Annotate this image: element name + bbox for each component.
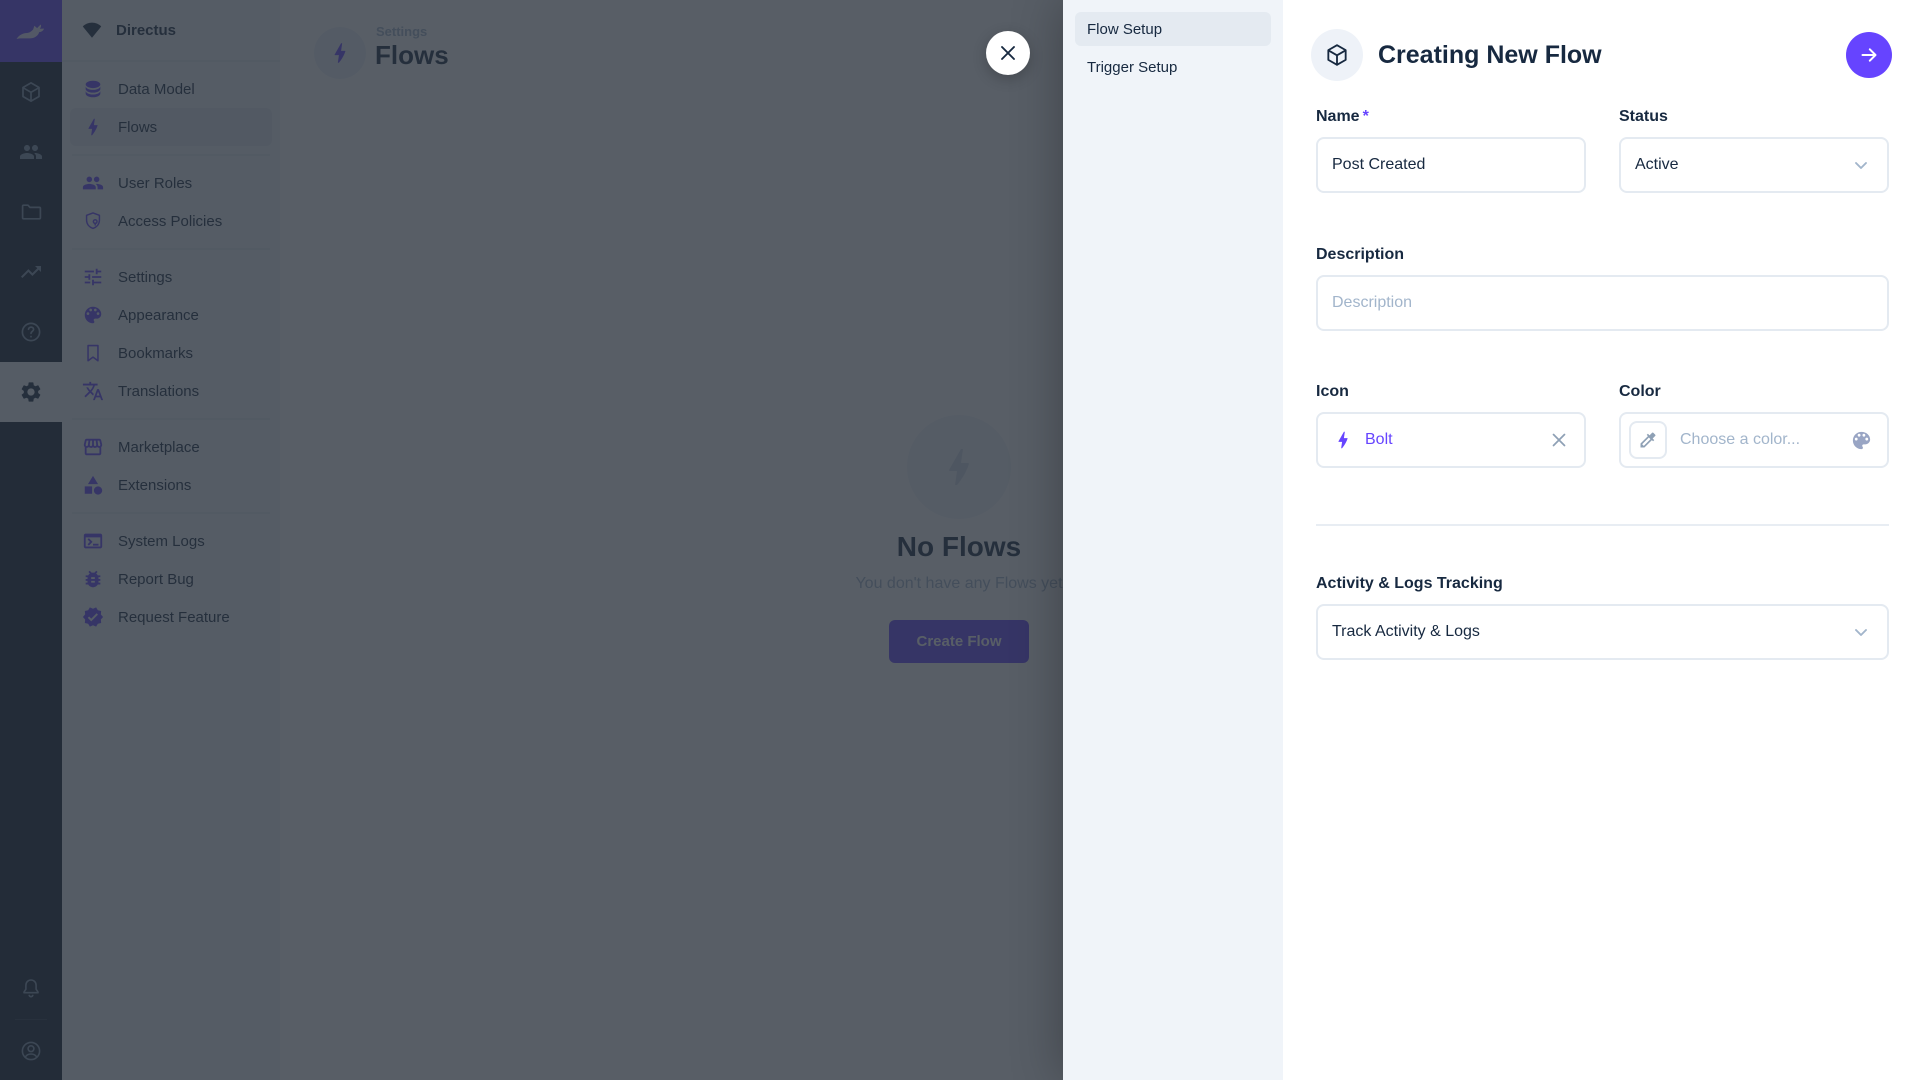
drawer-nav-label: Flow Setup [1087,21,1162,38]
eyedropper-button[interactable] [1629,421,1667,459]
status-select-value: Active [1635,156,1679,174]
name-field: Name* Post Created [1316,108,1586,193]
color-field: Color Choose a color... [1619,383,1889,468]
chevron-down-icon [1849,620,1873,644]
drawer-close-button[interactable] [986,31,1030,75]
close-icon [1548,429,1570,451]
description-label: Description [1316,246,1889,264]
palette-picker-button[interactable] [1850,429,1873,452]
drawer-overlay[interactable] [0,0,1063,1080]
description-input[interactable]: Description [1316,275,1889,331]
status-field: Status Active [1619,108,1889,193]
drawer-nav-flow-setup[interactable]: Flow Setup [1075,12,1271,46]
icon-select[interactable]: Bolt [1316,412,1586,468]
tracking-select[interactable]: Track Activity & Logs [1316,604,1889,660]
chevron-down-icon [1849,153,1873,177]
tracking-label: Activity & Logs Tracking [1316,575,1889,593]
drawer-nav-trigger-setup[interactable]: Trigger Setup [1075,50,1271,84]
create-flow-drawer: Flow Setup Trigger Setup Creating New Fl… [1063,0,1920,1080]
description-placeholder: Description [1332,294,1412,312]
icon-select-value: Bolt [1365,431,1393,449]
status-select[interactable]: Active [1619,137,1889,193]
tracking-select-value: Track Activity & Logs [1332,623,1480,641]
eyedropper-icon [1638,430,1658,450]
drawer-nav-label: Trigger Setup [1087,59,1177,76]
name-input-value: Post Created [1332,156,1425,174]
palette-icon [1850,429,1873,452]
name-label: Name* [1316,108,1586,126]
status-label: Status [1619,108,1889,126]
drawer-next-button[interactable] [1846,32,1892,78]
bolt-icon [1332,429,1354,451]
color-input[interactable]: Choose a color... [1619,412,1889,468]
icon-field: Icon Bolt [1316,383,1586,468]
description-field: Description Description [1316,246,1889,331]
flow-setup-form: Name* Post Created Status Active Descrip… [1283,81,1920,660]
color-label: Color [1619,383,1889,401]
drawer-header: Creating New Flow [1283,0,1920,81]
icon-clear-button[interactable] [1548,429,1570,451]
name-input[interactable]: Post Created [1316,137,1586,193]
arrow-right-icon [1857,43,1881,67]
color-placeholder: Choose a color... [1680,431,1800,449]
drawer-nav: Flow Setup Trigger Setup [1063,0,1283,1080]
cube-icon [1324,42,1350,68]
drawer-main: Creating New Flow Name* Post Created Sta… [1283,0,1920,1080]
drawer-header-icon-circle [1311,29,1363,81]
drawer-title: Creating New Flow [1378,41,1602,70]
icon-label: Icon [1316,383,1586,401]
required-mark: * [1363,108,1369,125]
close-icon [996,41,1020,65]
form-divider [1316,524,1889,526]
tracking-field: Activity & Logs Tracking Track Activity … [1316,575,1889,660]
